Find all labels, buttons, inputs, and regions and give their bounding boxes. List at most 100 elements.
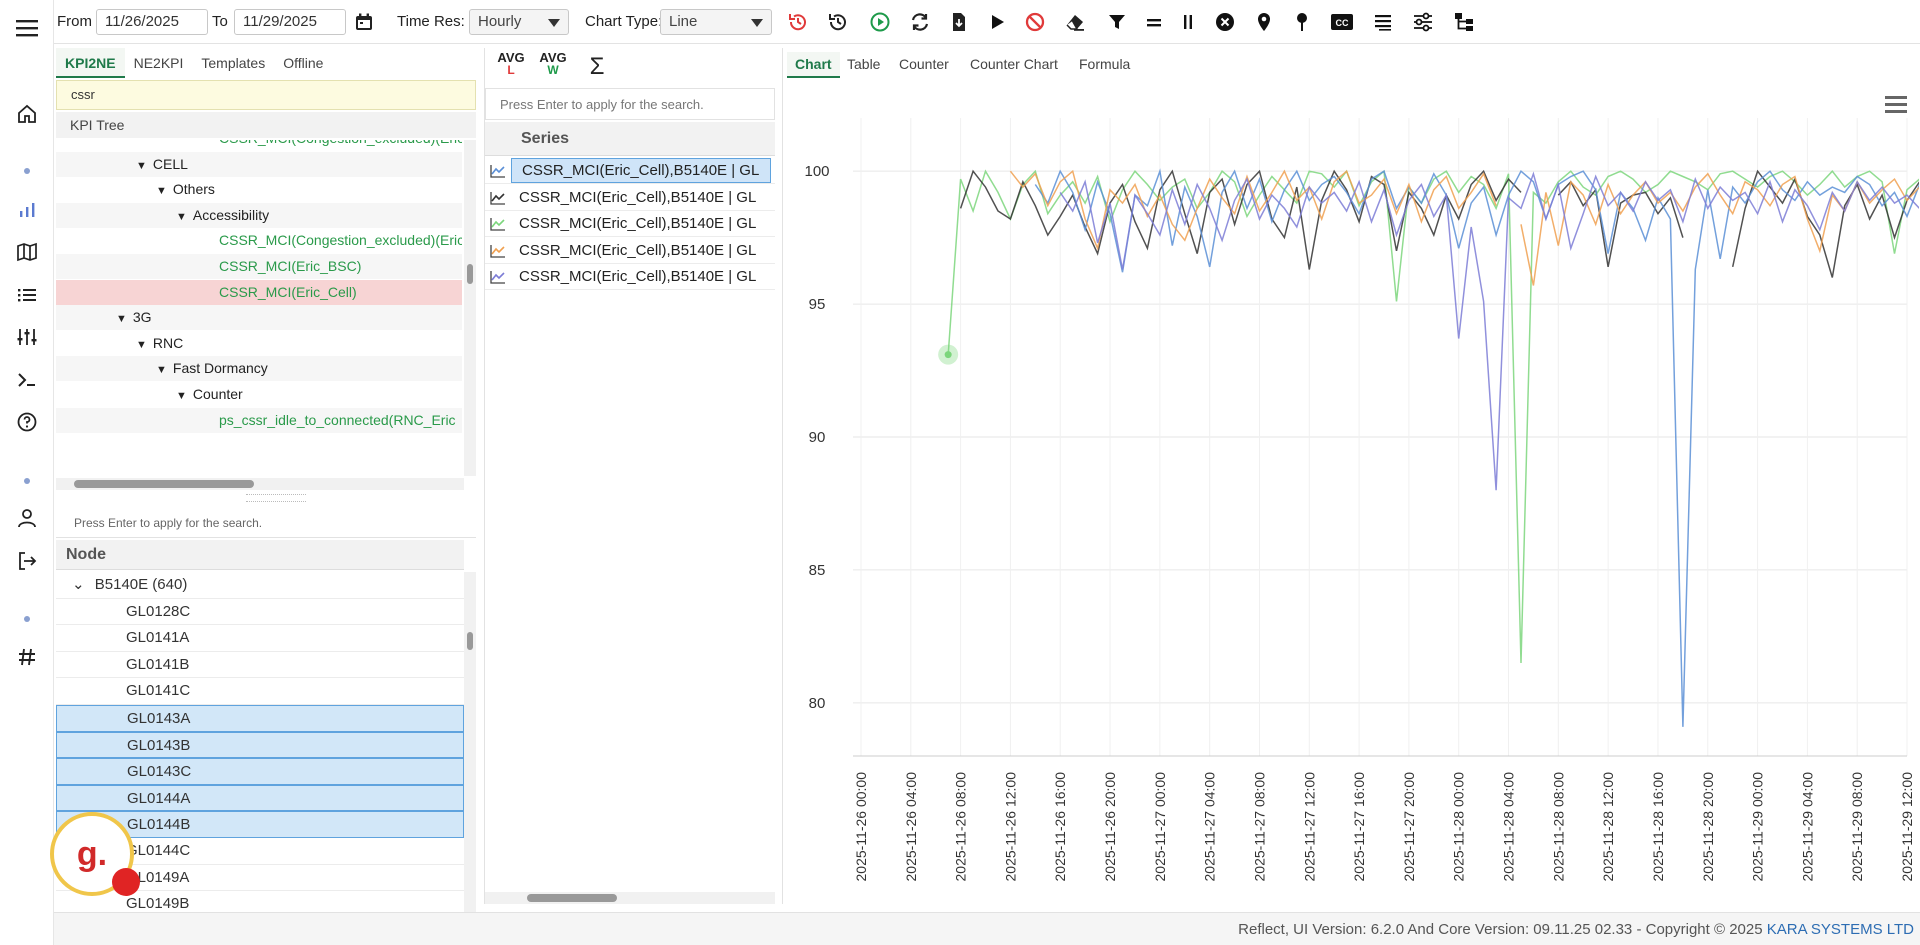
kpi-tree-item[interactable]: CSSR_MCI(Congestion_excluded)(Eric	[56, 140, 462, 151]
tab-offline[interactable]: Offline	[274, 48, 332, 78]
list-icon[interactable]	[9, 277, 45, 313]
filter-icon[interactable]	[1103, 8, 1131, 36]
time-res-label: Time Res:	[397, 13, 465, 30]
map-icon[interactable]	[9, 234, 45, 270]
hash-icon[interactable]	[9, 639, 45, 675]
chevron-down-icon[interactable]: ⌄	[72, 576, 89, 593]
settings-sliders-icon[interactable]	[1409, 8, 1437, 36]
help-icon[interactable]	[9, 404, 45, 440]
tab-formula[interactable]: Formula	[1071, 52, 1138, 76]
expand-triangle-icon[interactable]: ▼	[136, 333, 147, 356]
kpi-search-input[interactable]: cssr	[56, 80, 476, 110]
node-row[interactable]: GL0143A	[56, 705, 464, 732]
node-row[interactable]: GL0128C	[56, 599, 464, 626]
bar-chart-icon[interactable]	[9, 192, 45, 228]
push-pin-icon[interactable]	[1288, 8, 1316, 36]
history-icon[interactable]	[824, 8, 852, 36]
scrollbar-thumb[interactable]	[527, 894, 617, 902]
series-hscrollbar[interactable]	[485, 892, 775, 904]
chart-menu-icon[interactable]	[1885, 96, 1907, 113]
calendar-icon[interactable]	[350, 8, 378, 36]
tab-counter[interactable]: Counter	[891, 52, 957, 76]
node-search-input[interactable]: Press Enter to apply for the search.	[56, 508, 476, 538]
home-icon[interactable]	[9, 96, 45, 132]
kpi-tree-item[interactable]: ▼ Fast Dormancy	[56, 356, 462, 382]
x-tick-label: 2025-11-26 12:00	[1002, 772, 1018, 882]
kpi-tree-item[interactable]: ▼ Accessibility	[56, 202, 462, 228]
tab-table[interactable]: Table	[839, 52, 888, 76]
tab-ne2kpi[interactable]: NE2KPI	[125, 48, 193, 78]
node-group-row[interactable]: ⌄ B5140E (640)	[56, 572, 464, 599]
kpi-tree-item[interactable]: ▼ CELL	[56, 151, 462, 177]
x-tick-label: 2025-11-26 00:00	[853, 772, 869, 882]
tab-chart[interactable]: Chart	[787, 52, 840, 78]
play-icon[interactable]	[983, 8, 1011, 36]
kpi-tree-item[interactable]: ▼ Others	[56, 177, 462, 202]
series-row[interactable]: CSSR_MCI(Eric_Cell),B5140E | GL	[485, 264, 775, 291]
scrollbar-thumb[interactable]	[74, 480, 254, 488]
kpi-tree-item[interactable]: CSSR_MCI(Eric_Cell)	[56, 279, 462, 305]
node-list-scrollbar[interactable]	[464, 572, 476, 945]
hamburger-menu-icon[interactable]	[9, 10, 45, 46]
series-row[interactable]: CSSR_MCI(Eric_Cell),B5140E | GL	[485, 238, 775, 264]
kpi-tree-item[interactable]: CSSR_MCI(Eric_BSC)	[56, 254, 462, 279]
user-icon[interactable]	[9, 500, 45, 536]
align-icon[interactable]	[1369, 8, 1397, 36]
sigma-sum-icon[interactable]: Σ	[577, 52, 617, 82]
tree-structure-icon[interactable]	[1450, 8, 1478, 36]
kpi-tree-item[interactable]: ▼ Counter	[56, 382, 462, 407]
close-circle-icon[interactable]	[1211, 8, 1239, 36]
expand-triangle-icon[interactable]: ▼	[116, 307, 127, 330]
series-row[interactable]: CSSR_MCI(Eric_Cell),B5140E | GL	[485, 185, 775, 211]
pause-icon[interactable]	[1174, 8, 1202, 36]
tab-kpi2ne[interactable]: KPI2NE	[56, 48, 125, 78]
node-row[interactable]: GL0143B	[56, 731, 464, 759]
panel-splitter-handle[interactable]	[246, 494, 306, 502]
node-row[interactable]: GL0143C	[56, 758, 464, 785]
node-row[interactable]: GL0141B	[56, 652, 464, 679]
kpi-tree-item[interactable]: CSSR_MCI(Congestion_excluded)(Eric	[56, 228, 462, 253]
terminal-icon[interactable]	[9, 362, 45, 398]
kpi-tree-item[interactable]: ▼ RNC	[56, 331, 462, 356]
kpi-tree-item[interactable]: ps_cssr_idle_to_connected(RNC_Eric	[56, 407, 462, 433]
location-pin-icon[interactable]	[1250, 8, 1278, 36]
line-chart[interactable]: 80 85 90 95 100 2025-11-26 00:00 2025-11-26 04…	[783, 78, 1919, 904]
series-search-input[interactable]: Press Enter to apply for the search.	[485, 88, 775, 120]
expand-triangle-icon[interactable]: ▼	[176, 384, 187, 407]
kpi-tree-scrollbar[interactable]	[464, 140, 476, 476]
download-file-icon[interactable]	[945, 8, 973, 36]
avg-w-button[interactable]: AVG W	[533, 51, 573, 82]
scrollbar-thumb[interactable]	[467, 632, 473, 650]
expand-triangle-icon[interactable]: ▼	[136, 154, 147, 177]
history-red-icon[interactable]	[784, 8, 812, 36]
series-row[interactable]: CSSR_MCI(Eric_Cell),B5140E | GL	[485, 158, 775, 184]
refresh-icon[interactable]	[906, 8, 934, 36]
time-res-select[interactable]: Hourly	[469, 9, 569, 35]
equals-icon[interactable]	[1140, 8, 1168, 36]
logout-icon[interactable]	[9, 543, 45, 579]
tab-counter-chart[interactable]: Counter Chart	[962, 52, 1066, 76]
y-tick-label: 95	[809, 296, 826, 313]
closed-caption-icon[interactable]: CC	[1328, 8, 1356, 36]
eraser-icon[interactable]	[1061, 8, 1089, 36]
expand-triangle-icon[interactable]: ▼	[156, 358, 167, 381]
kpi-tree-hscrollbar[interactable]	[56, 478, 464, 490]
node-row[interactable]: GL0141C	[56, 678, 464, 705]
sliders-icon[interactable]	[9, 319, 45, 355]
expand-triangle-icon[interactable]: ▼	[156, 179, 167, 202]
node-row[interactable]: GL0141A	[56, 625, 464, 652]
to-label: To	[212, 13, 228, 30]
block-icon[interactable]	[1021, 8, 1049, 36]
tab-templates[interactable]: Templates	[192, 48, 274, 78]
to-date-input[interactable]: 11/29/2025	[234, 9, 346, 35]
avg-l-button[interactable]: AVG L	[491, 51, 531, 82]
play-circle-icon[interactable]	[866, 8, 894, 36]
series-row[interactable]: CSSR_MCI(Eric_Cell),B5140E | GL	[485, 211, 775, 238]
chart-type-select[interactable]: Line	[660, 9, 772, 35]
scrollbar-thumb[interactable]	[467, 264, 473, 284]
node-row[interactable]: GL0144A	[56, 784, 464, 812]
from-date-input[interactable]: 11/26/2025	[96, 9, 208, 35]
kpi-tree-item[interactable]: ▼ 3G	[56, 305, 462, 331]
kpi-tree-item-label: Accessibility	[192, 206, 270, 223]
expand-triangle-icon[interactable]: ▼	[176, 205, 187, 228]
